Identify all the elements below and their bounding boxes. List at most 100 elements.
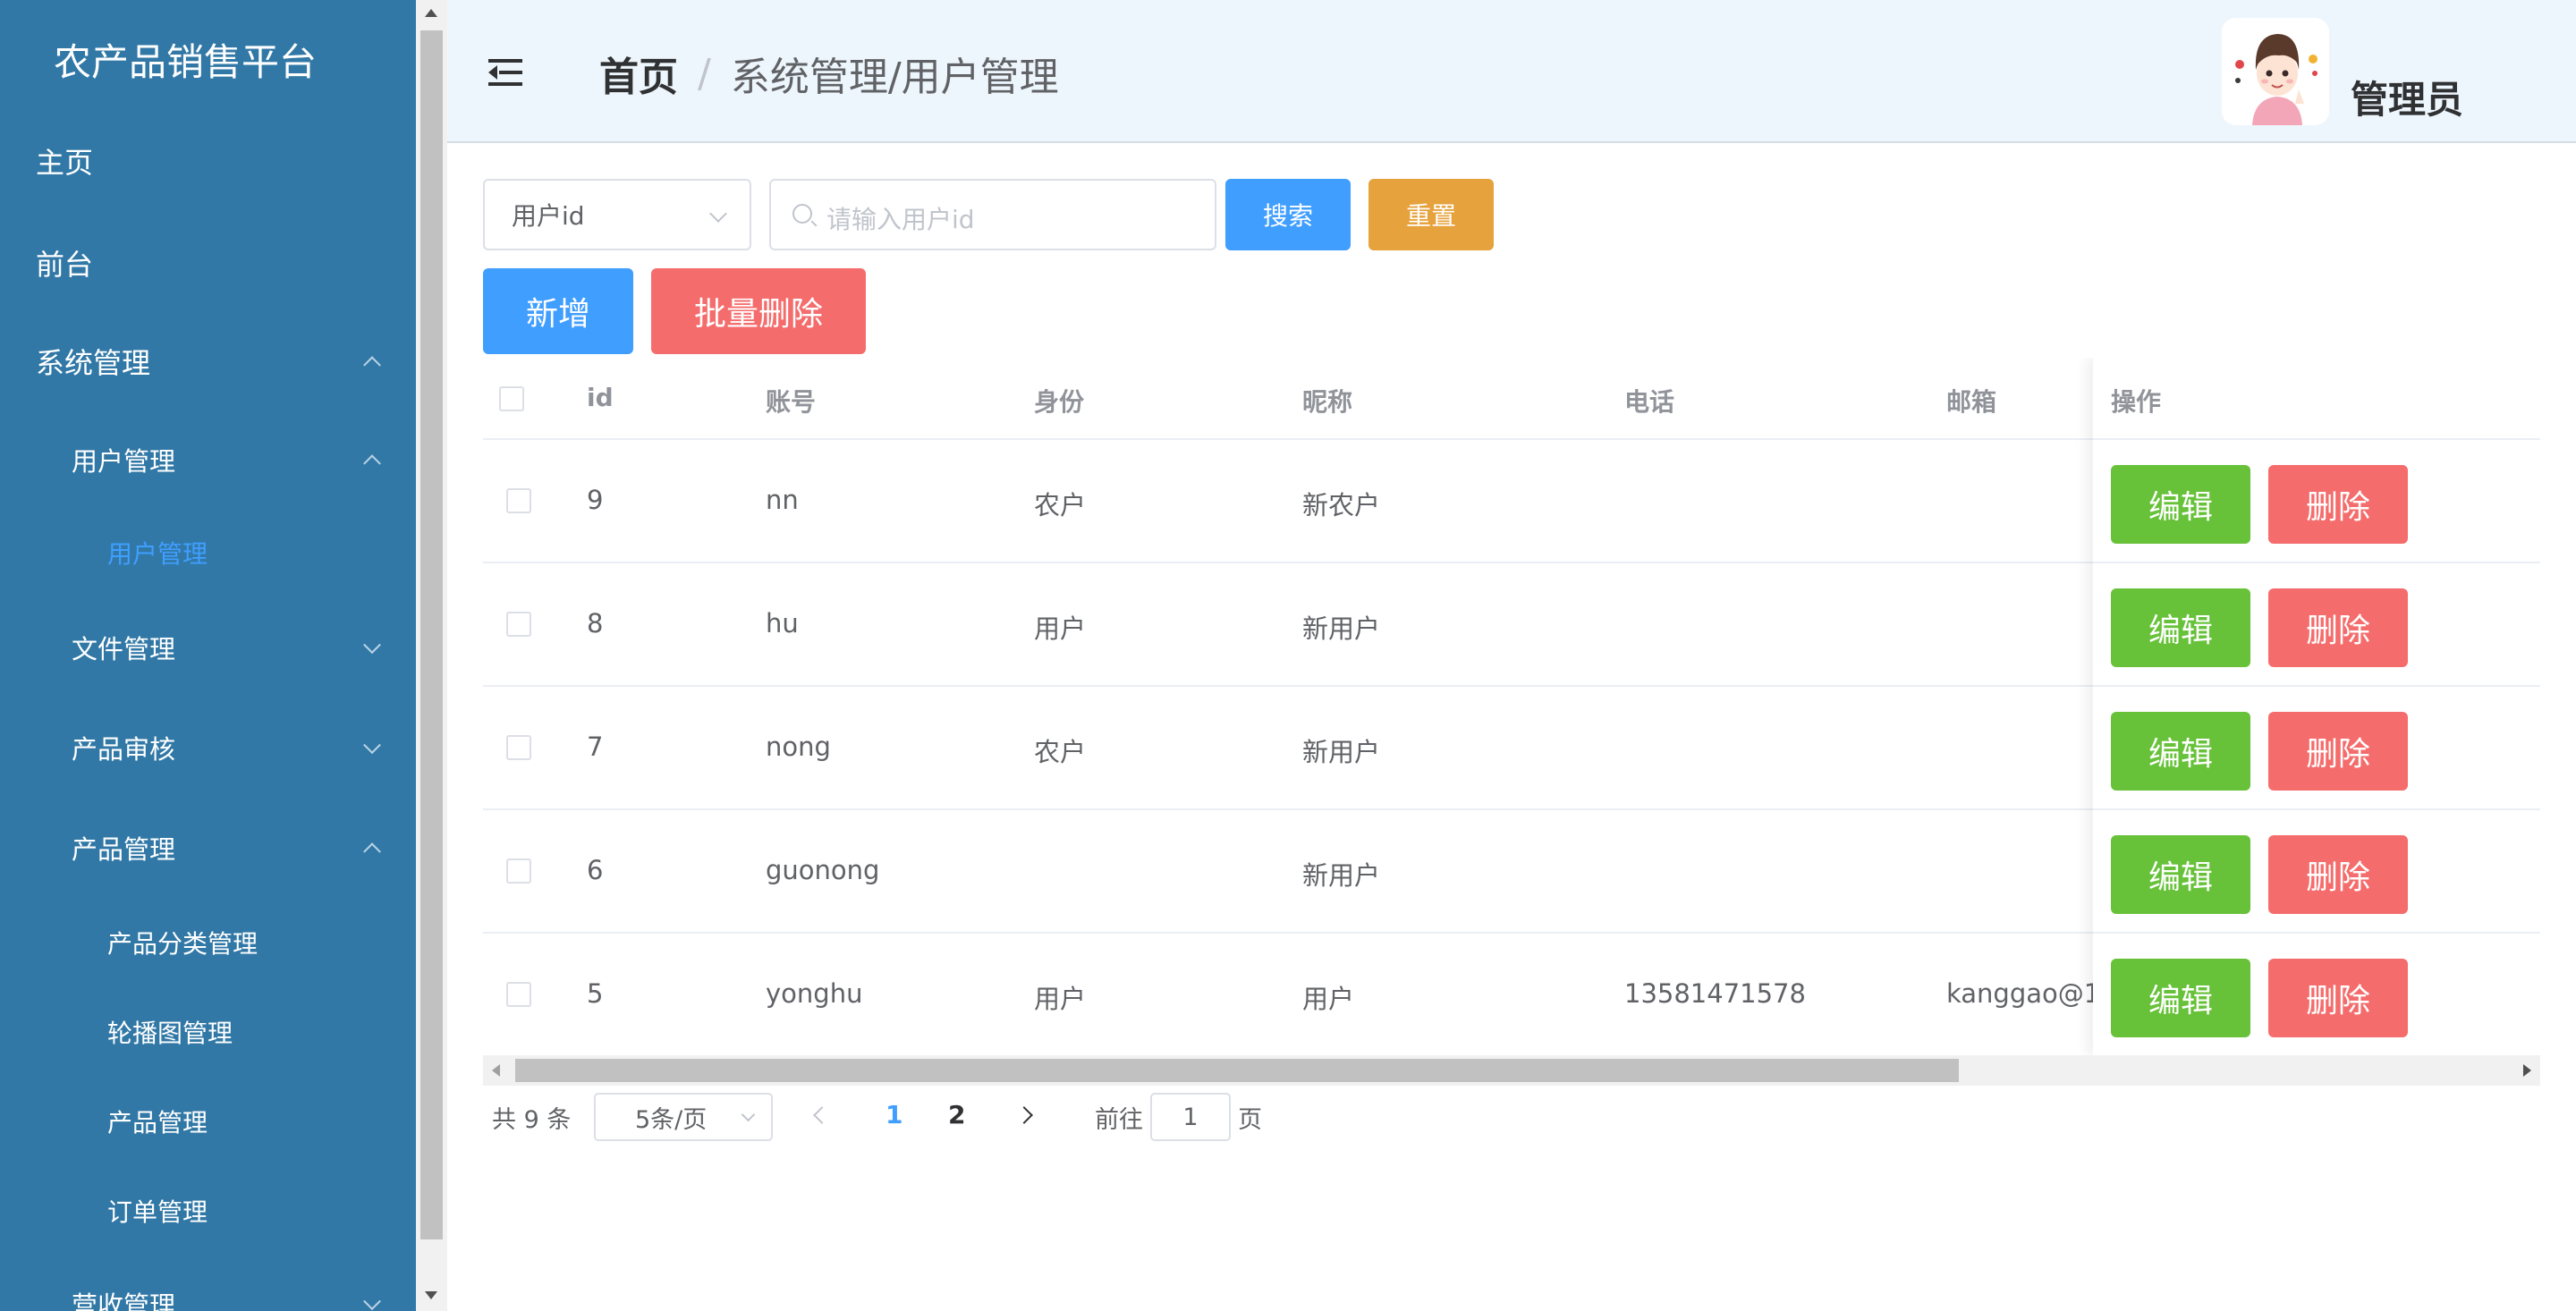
brand-title: 农产品销售平台 (54, 40, 318, 84)
sidebar-item-revenue-management[interactable]: 营收管理 (0, 1268, 416, 1311)
reset-button[interactable]: 重置 (1368, 179, 1494, 250)
cell-id: 9 (587, 485, 604, 515)
column-header-role: 身份 (1034, 387, 1085, 417)
search-field-select[interactable]: 用户id (483, 179, 751, 250)
page-number-1[interactable]: 1 (886, 1100, 902, 1129)
edit-button[interactable]: 编辑 (2111, 588, 2250, 667)
page-number-2[interactable]: 2 (948, 1100, 965, 1129)
scrollbar-thumb[interactable] (515, 1059, 1959, 1082)
row-checkbox[interactable] (506, 612, 531, 637)
search-button[interactable]: 搜索 (1225, 179, 1351, 250)
next-page-icon[interactable] (1015, 1106, 1033, 1124)
sidebar-item-label: 用户管理 (107, 539, 208, 569)
column-header-account: 账号 (766, 387, 817, 417)
delete-button[interactable]: 删除 (2268, 712, 2408, 791)
sidebar-item-product-category[interactable]: 产品分类管理 (0, 907, 416, 978)
batch-delete-button[interactable]: 批量删除 (651, 268, 866, 354)
chevron-up-icon (363, 842, 381, 861)
column-header-phone: 电话 (1624, 387, 1675, 417)
prev-page-icon[interactable] (813, 1106, 831, 1124)
sidebar-item-label: 产品分类管理 (107, 929, 258, 959)
avatar[interactable] (2222, 18, 2329, 125)
column-header-email: 邮箱 (1946, 387, 1997, 417)
chevron-down-icon (363, 1292, 381, 1311)
scroll-left-arrow-icon[interactable] (492, 1064, 500, 1077)
cell-nickname: 用户 (1302, 984, 1355, 1014)
column-header-id: id (587, 383, 614, 412)
sidebar-item-label: 系统管理 (36, 346, 151, 380)
delete-button[interactable]: 删除 (2268, 835, 2408, 914)
delete-button[interactable]: 删除 (2268, 959, 2408, 1037)
select-all-checkbox[interactable] (499, 386, 524, 411)
row-checkbox[interactable] (506, 982, 531, 1007)
cell-nickname: 新用户 (1302, 860, 1381, 891)
sidebar-item-file-management[interactable]: 文件管理 (0, 612, 416, 683)
collapse-menu-icon[interactable] (488, 59, 522, 86)
sidebar-item-label: 用户管理 (72, 446, 176, 477)
cell-account: hu (766, 608, 799, 639)
edit-button[interactable]: 编辑 (2111, 465, 2250, 544)
row-checkbox[interactable] (506, 488, 531, 513)
sidebar-item-product-management-group[interactable]: 产品管理 (0, 812, 416, 884)
sidebar-item-label: 产品审核 (72, 734, 176, 765)
chevron-up-icon (363, 356, 381, 375)
add-button[interactable]: 新增 (483, 268, 633, 354)
breadcrumb: 首页 / 系统管理/用户管理 (599, 45, 1059, 102)
sidebar-item-user-management[interactable]: 用户管理 (0, 517, 416, 588)
cell-nickname: 新农户 (1302, 490, 1381, 520)
column-header-nickname: 昵称 (1302, 387, 1353, 417)
edit-button[interactable]: 编辑 (2111, 835, 2250, 914)
row-actions: 编辑 删除 (2093, 440, 2540, 563)
sidebar-item-system-management[interactable]: 系统管理 (0, 326, 416, 397)
sidebar-scrollbar[interactable] (416, 0, 447, 1311)
cell-phone: 13581471578 (1624, 978, 1806, 1009)
scroll-down-arrow-icon[interactable] (425, 1291, 437, 1299)
breadcrumb-home[interactable]: 首页 (599, 45, 678, 102)
sidebar-item-label: 产品管理 (107, 1108, 208, 1138)
sidebar-item-order-management[interactable]: 订单管理 (0, 1175, 416, 1247)
sidebar-item-frontend[interactable]: 前台 (0, 227, 416, 299)
sidebar-item-label: 主页 (36, 146, 94, 180)
cell-account: nong (766, 732, 831, 762)
chevron-down-icon (741, 1107, 756, 1122)
cell-role: 用户 (1034, 984, 1087, 1014)
sidebar-item-label: 产品管理 (72, 834, 176, 865)
sidebar-item-home[interactable]: 主页 (0, 125, 416, 197)
sidebar-item-label: 订单管理 (107, 1197, 208, 1227)
row-checkbox[interactable] (506, 735, 531, 760)
row-actions: 编辑 删除 (2093, 810, 2540, 934)
row-actions: 编辑 删除 (2093, 687, 2540, 810)
cell-id: 8 (587, 608, 604, 639)
table-horizontal-scrollbar[interactable] (483, 1055, 2540, 1086)
page-size-value: 5条/页 (635, 1105, 708, 1134)
breadcrumb-separator: / (698, 50, 711, 97)
cell-nickname: 新用户 (1302, 737, 1381, 767)
sidebar-item-product-review[interactable]: 产品审核 (0, 712, 416, 783)
page-size-select[interactable]: 5条/页 (594, 1093, 773, 1141)
sidebar-item-label: 前台 (36, 248, 94, 282)
cell-id: 7 (587, 732, 604, 762)
sidebar-item-product-management[interactable]: 产品管理 (0, 1086, 416, 1157)
user-name[interactable]: 管理员 (2351, 70, 2463, 124)
sidebar-item-user-management-group[interactable]: 用户管理 (0, 424, 416, 495)
cell-account: guonong (766, 855, 880, 885)
cell-account: nn (766, 485, 799, 515)
goto-page-input[interactable]: 1 (1150, 1093, 1231, 1141)
breadcrumb-current: 系统管理/用户管理 (730, 55, 1059, 100)
chevron-up-icon (363, 454, 381, 473)
user-table: id 账号 身份 昵称 电话 邮箱 9 nn 农户 新农户 8 hu 用户 新用… (483, 358, 2540, 1073)
scroll-up-arrow-icon[interactable] (425, 9, 437, 17)
edit-button[interactable]: 编辑 (2111, 712, 2250, 791)
edit-button[interactable]: 编辑 (2111, 959, 2250, 1037)
chevron-down-icon (363, 736, 381, 755)
scrollbar-thumb[interactable] (420, 30, 443, 1239)
search-input[interactable]: 请输入用户id (769, 179, 1216, 250)
sidebar-item-carousel[interactable]: 轮播图管理 (0, 996, 416, 1068)
search-icon (792, 204, 812, 224)
cell-role: 农户 (1034, 490, 1087, 520)
cell-id: 5 (587, 978, 604, 1009)
delete-button[interactable]: 删除 (2268, 588, 2408, 667)
row-checkbox[interactable] (506, 858, 531, 884)
scroll-right-arrow-icon[interactable] (2523, 1064, 2531, 1077)
delete-button[interactable]: 删除 (2268, 465, 2408, 544)
